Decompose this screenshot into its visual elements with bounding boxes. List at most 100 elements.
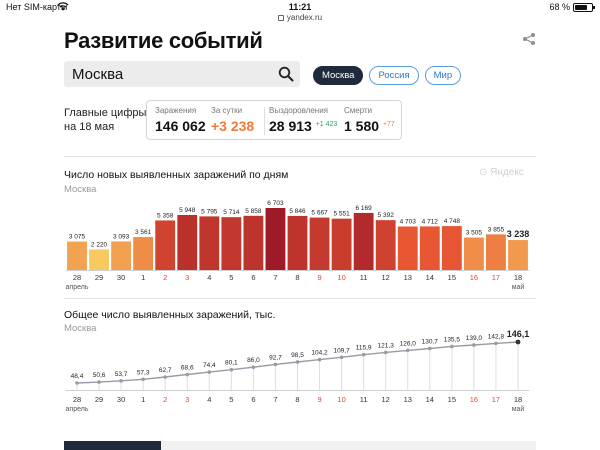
- bar: [89, 249, 109, 270]
- bar: [265, 208, 286, 270]
- total-cases-chart: 48,4 28 50,6 29 53,7 30 57,3 1 62,7 2 68,6 3 74,4 4 80…: [66, 330, 530, 413]
- x-tick-label: 16: [470, 395, 478, 404]
- data-point: [450, 344, 454, 349]
- x-tick-label: 5: [229, 395, 233, 404]
- bar: [331, 218, 352, 270]
- data-point: [75, 381, 79, 385]
- x-tick-label: 12: [382, 395, 390, 404]
- search-icon[interactable]: [278, 66, 294, 82]
- data-point: [472, 343, 476, 347]
- x-tick-label: 12: [382, 273, 390, 282]
- kpi-deaths: Смерти 1 580 +77: [344, 106, 395, 134]
- url-text: yandex.ru: [286, 13, 323, 22]
- x-tick-label: 4: [207, 273, 211, 282]
- bar-value-label: 5 795: [201, 208, 218, 215]
- point-value-label: 86,0: [247, 357, 260, 364]
- address-bar[interactable]: yandex.ru: [0, 13, 600, 25]
- x-tick-label: 9: [317, 273, 321, 282]
- bar: [353, 212, 374, 270]
- x-tick-label: 15: [448, 395, 456, 404]
- point-value-label: 104,2: [311, 350, 328, 357]
- bar-value-label: 5 858: [245, 208, 262, 215]
- data-point: [207, 370, 212, 374]
- daily-chart-subtitle: Москва: [64, 184, 97, 195]
- point-value-label: 98,5: [291, 352, 304, 359]
- key-figures-title: Главные цифры: [64, 107, 147, 119]
- x-tick-label: 3: [185, 273, 189, 282]
- kpi-infected: Заражения 146 062: [155, 106, 206, 134]
- bar-value-label: 5 667: [311, 210, 328, 217]
- x-tick-label: 14: [426, 395, 434, 404]
- status-bar: Нет SIM-карты 11:21 68 %: [0, 0, 600, 14]
- x-tick-label: 8: [295, 273, 299, 282]
- bar-value-label: 5 551: [333, 211, 350, 218]
- bar: [177, 214, 198, 270]
- bar-value-label: 3 855: [488, 226, 505, 233]
- data-point: [185, 372, 190, 377]
- key-figures-date: на 18 мая: [64, 121, 115, 133]
- month-label: май: [512, 283, 525, 291]
- total-chart-title: Общее число выявленных заражений, тыс.: [64, 309, 276, 321]
- data-point: [295, 360, 300, 364]
- daily-cases-chart: 3 075282 220293 093303 56115 35825 94835…: [66, 200, 530, 291]
- x-tick-label: 4: [207, 395, 211, 404]
- bar: [486, 234, 506, 270]
- point-value-label: 126,0: [400, 340, 417, 347]
- point-value-label: 53,7: [115, 371, 128, 378]
- point-value-label: 74,4: [203, 362, 216, 369]
- point-value-label: 146,1: [507, 330, 530, 339]
- x-tick-label: 6: [251, 273, 255, 282]
- data-point: [119, 378, 123, 383]
- tab-world[interactable]: Мир: [424, 66, 462, 85]
- kpi-recovered-row: 28 913 +1 423: [269, 118, 337, 134]
- bar-value-label: 2 220: [91, 241, 108, 248]
- x-tick-label: 3: [185, 395, 189, 404]
- bar: [508, 240, 528, 270]
- data-point: [97, 380, 101, 384]
- tab-moscow[interactable]: Москва: [313, 66, 364, 85]
- point-value-label: 135,5: [444, 336, 461, 343]
- data-point: [405, 348, 410, 353]
- point-value-label: 142,8: [488, 333, 505, 340]
- bar: [419, 226, 440, 270]
- x-tick-label: 9: [317, 395, 321, 404]
- key-figures-panel: Заражения 146 062 За сутки +3 238 Выздор…: [146, 100, 402, 140]
- bar-value-label: 4 748: [444, 218, 461, 225]
- x-tick-label: 18: [514, 395, 522, 404]
- x-tick-label: 17: [492, 273, 500, 282]
- point-value-label: 130,7: [422, 338, 439, 345]
- bar-value-label: 3 093: [113, 233, 130, 240]
- region-search[interactable]: [64, 61, 300, 87]
- tab-russia[interactable]: Россия: [369, 66, 419, 85]
- bar: [463, 237, 484, 270]
- bar: [67, 241, 87, 270]
- x-tick-label: 13: [404, 395, 412, 404]
- point-value-label: 80,1: [225, 360, 238, 367]
- x-tick-label: 2: [163, 395, 167, 404]
- kpi-daily: За сутки +3 238: [211, 106, 254, 134]
- kpi-deaths-label: Смерти: [344, 106, 373, 115]
- data-point: [339, 355, 344, 360]
- region-search-input[interactable]: [72, 65, 272, 83]
- bar: [111, 241, 132, 270]
- yandex-watermark: ⊙ Яндекс: [479, 167, 524, 178]
- bar-value-label: 5 714: [223, 209, 240, 216]
- bar: [287, 215, 308, 270]
- bottom-tab-active[interactable]: [64, 441, 161, 450]
- bar: [441, 226, 462, 270]
- data-point: [251, 365, 256, 370]
- divider: [64, 298, 536, 299]
- x-tick-label: 14: [426, 273, 434, 282]
- divider: [64, 156, 536, 157]
- month-label: апрель: [66, 406, 89, 413]
- point-value-label: 139,0: [466, 335, 483, 342]
- share-icon[interactable]: [522, 32, 536, 46]
- data-point: [383, 350, 388, 355]
- x-tick-label: 6: [251, 395, 255, 404]
- x-tick-label: 28: [73, 395, 81, 404]
- data-point: [273, 362, 278, 367]
- x-tick-label: 30: [117, 395, 125, 404]
- x-tick-label: 2: [163, 273, 167, 282]
- daily-chart-title: Число новых выявленных заражений по дням: [64, 169, 289, 181]
- x-tick-label: 28: [73, 273, 81, 282]
